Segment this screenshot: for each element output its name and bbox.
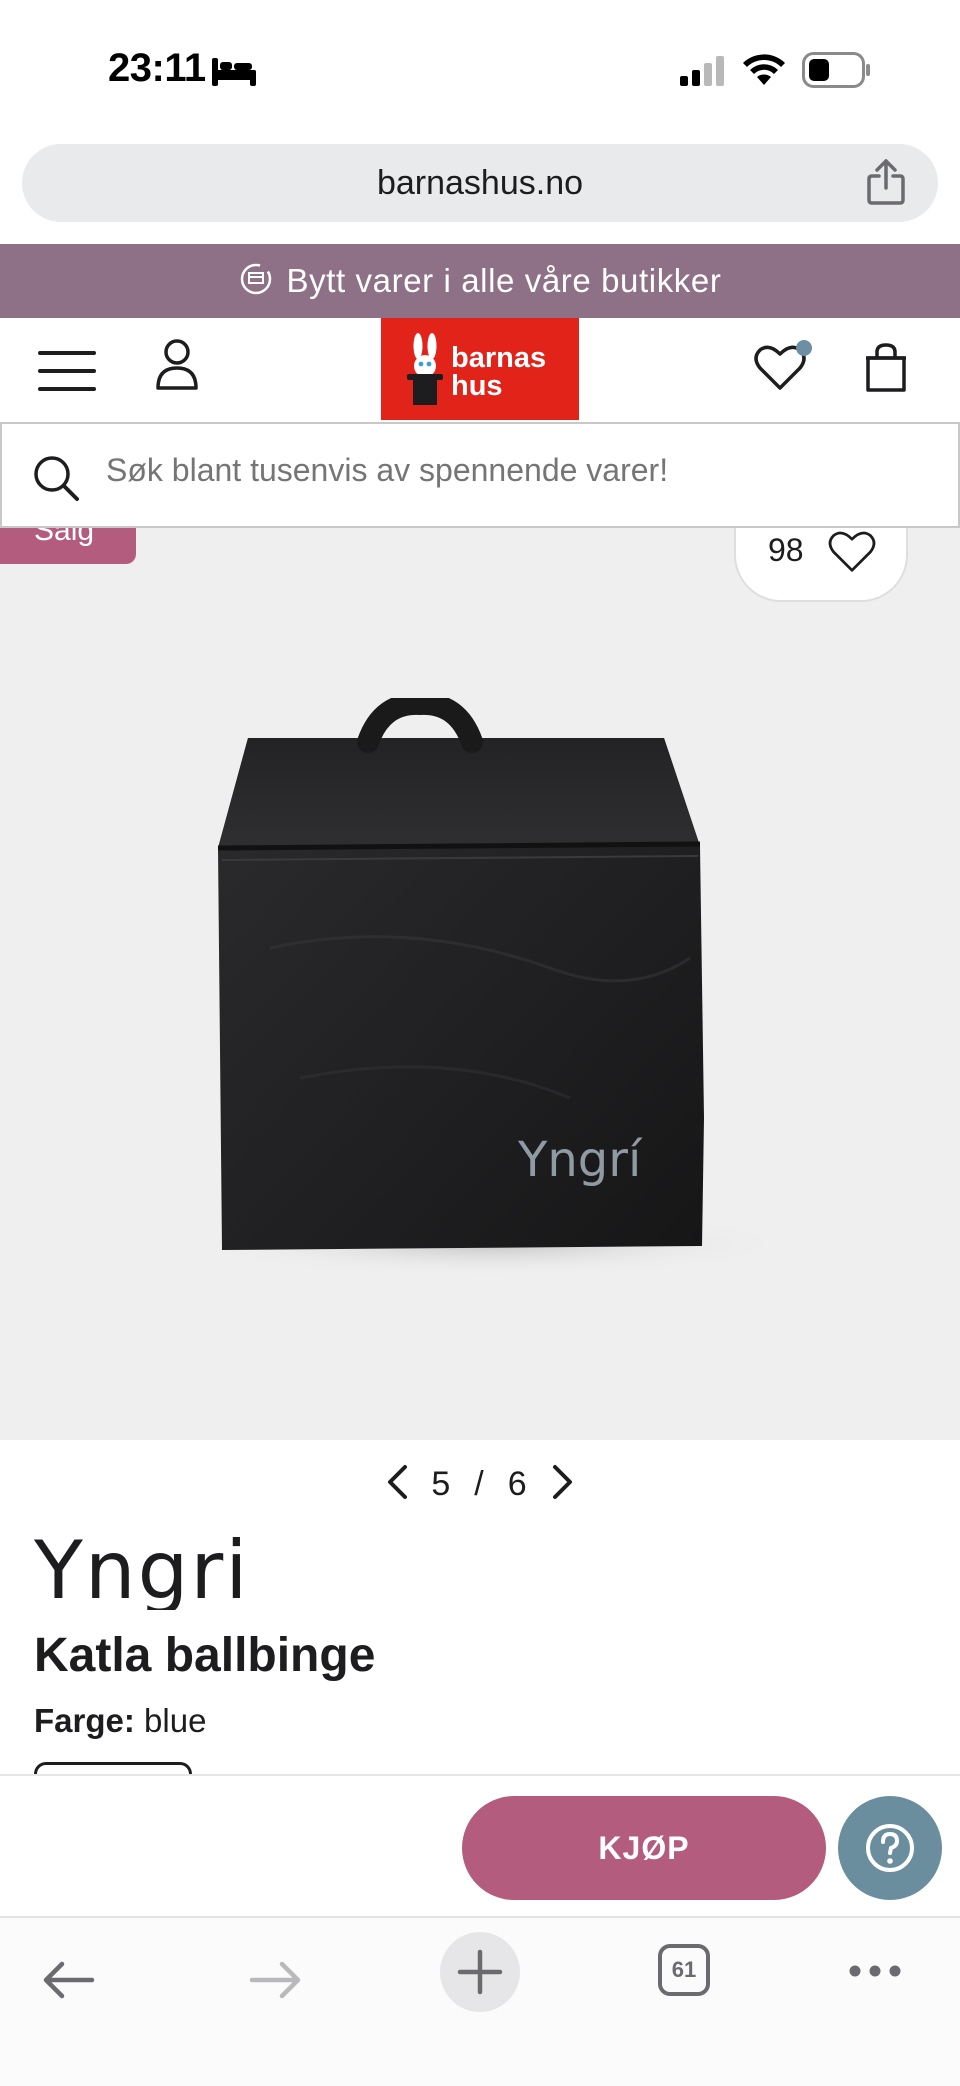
- site-header: barnas hus: [0, 318, 960, 422]
- account-icon[interactable]: [154, 338, 200, 397]
- promo-text: Bytt varer i alle våre butikker: [286, 262, 722, 299]
- tabs-button[interactable]: 61: [658, 1944, 710, 1996]
- help-button[interactable]: [838, 1796, 942, 1900]
- image-pager: 5 / 6: [0, 1440, 960, 1528]
- pager-separator: /: [474, 1464, 486, 1503]
- search-icon[interactable]: [32, 454, 80, 507]
- more-icon[interactable]: [848, 1964, 902, 1983]
- svg-text:Yngri: Yngri: [34, 1524, 249, 1610]
- battery-icon: [802, 52, 872, 93]
- buy-button[interactable]: KJØP: [462, 1796, 826, 1900]
- product-image[interactable]: Yngrí: [150, 692, 790, 1283]
- new-tab-button[interactable]: [440, 1932, 520, 2012]
- logo-text: barnas hus: [451, 342, 547, 402]
- search-input[interactable]: [106, 452, 926, 489]
- sale-badge: Salg: [0, 528, 136, 564]
- bag-brand-print: Yngrí: [517, 1132, 643, 1188]
- color-value: blue: [144, 1702, 207, 1739]
- browser-toolbar: 61: [0, 1916, 960, 2086]
- favorite-button[interactable]: 98: [734, 528, 908, 602]
- wishlist-notification-dot: [796, 340, 812, 356]
- bag-icon[interactable]: [862, 342, 910, 399]
- forward-arrow-icon[interactable]: [248, 1960, 302, 2005]
- status-bar: 23:11: [0, 0, 960, 140]
- next-image-icon[interactable]: [551, 1464, 575, 1505]
- help-icon: [864, 1822, 916, 1879]
- product-title: Katla ballbinge: [34, 1629, 376, 1682]
- plus-icon: [457, 1949, 503, 1995]
- search-bar[interactable]: [0, 422, 960, 528]
- heart-icon: [828, 530, 876, 579]
- product-gallery[interactable]: Salg 98 Yngrí: [0, 528, 960, 1440]
- url-text[interactable]: barnashus.no: [22, 164, 938, 203]
- color-line: Farge: blue: [34, 1702, 206, 1740]
- bed-icon: [212, 58, 256, 91]
- pager-current: 5: [431, 1464, 453, 1503]
- pager-total: 6: [507, 1464, 529, 1503]
- promo-banner[interactable]: Bytt varer i alle våre butikker: [0, 244, 960, 318]
- favorite-count: 98: [768, 532, 804, 568]
- bunny-hat-icon: [405, 332, 445, 413]
- status-time: 23:11: [108, 46, 206, 90]
- prev-image-icon[interactable]: [385, 1464, 409, 1505]
- wifi-icon: [742, 52, 786, 91]
- address-bar[interactable]: barnashus.no: [22, 144, 938, 222]
- share-icon[interactable]: [866, 158, 906, 211]
- signal-icon: [680, 56, 728, 91]
- exchange-icon: [239, 262, 273, 301]
- buy-bar: KJØP: [0, 1774, 960, 1916]
- site-logo[interactable]: barnas hus: [381, 318, 579, 420]
- brand-logo[interactable]: Yngri: [33, 1520, 274, 1617]
- color-label: Farge:: [34, 1702, 135, 1739]
- back-arrow-icon[interactable]: [42, 1960, 96, 2005]
- menu-icon[interactable]: [38, 350, 96, 397]
